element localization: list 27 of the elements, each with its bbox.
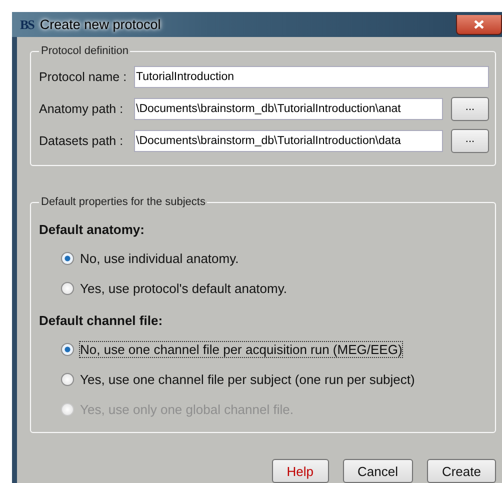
- field-label: Anatomy path :: [39, 102, 124, 116]
- text-field[interactable]: \Documents\brainstorm_db\TutorialIntroduction\anat: [134, 98, 443, 120]
- radio-button[interactable]: [61, 372, 74, 386]
- section-heading: Default channel file:: [39, 313, 164, 328]
- group-title: Default properties for the subjects: [40, 196, 206, 208]
- group-title: Protocol definition: [40, 45, 130, 57]
- close-button[interactable]: [456, 14, 502, 34]
- text-field[interactable]: \Documents\brainstorm_db\TutorialIntroduction\data: [134, 130, 443, 152]
- app-logo: BS: [20, 16, 34, 32]
- browse-button[interactable]: ...: [451, 97, 489, 121]
- radio-label: No, use individual anatomy.: [80, 250, 239, 266]
- radio-button[interactable]: [61, 252, 74, 264]
- dialog-button[interactable]: Create: [426, 459, 496, 483]
- help-button[interactable]: Help: [272, 459, 328, 483]
- field-label: Datasets path :: [39, 134, 124, 148]
- radio-label: No, use one channel file per acquisition run (MEG/EEG): [80, 342, 402, 356]
- text-field[interactable]: TutorialIntroduction: [134, 66, 489, 88]
- radio-button[interactable]: [61, 342, 74, 356]
- field-label: Protocol name :: [39, 70, 128, 84]
- section-heading: Default anatomy:: [39, 222, 146, 237]
- dialog-button[interactable]: Cancel: [342, 459, 413, 483]
- radio-label: Yes, use one channel file per subject (one run per subject): [80, 372, 415, 386]
- radio-label: Yes, use protocol's default anatomy.: [80, 280, 287, 296]
- radio-button[interactable]: [61, 282, 74, 294]
- window-title: Create new protocol: [40, 17, 161, 32]
- browse-button[interactable]: ...: [451, 129, 489, 153]
- close-icon: [474, 20, 484, 28]
